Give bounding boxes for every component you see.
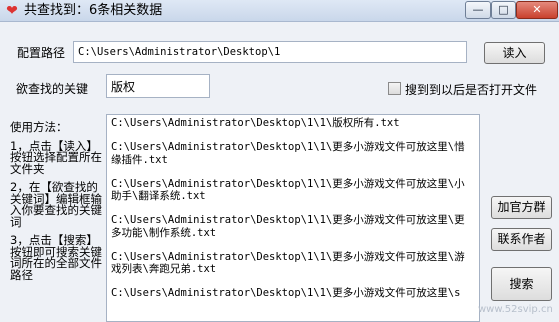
usage-help-text: 使用方法： 1，点击【读入】按钮选择配置所在文件夹 2，在【欲查找的关键词】编辑… (10, 120, 104, 288)
open-after-label: 搜到到以后是否打开文件 (405, 83, 538, 97)
join-group-button[interactable]: 加官方群 (491, 196, 552, 219)
config-path-input[interactable] (73, 41, 467, 63)
keyword-label: 欲查找的关键 (16, 82, 89, 96)
help-step-3: 3，点击【搜索】按钮即可搜索关键词所在的全部文件路径 (10, 233, 102, 282)
result-row: C:\Users\Administrator\Desktop\1\1\更多小游戏… (111, 250, 465, 276)
keyword-input[interactable] (106, 74, 210, 98)
help-title: 使用方法： (10, 120, 68, 134)
result-row: C:\Users\Administrator\Desktop\1\1\更多小游戏… (111, 141, 465, 166)
contact-author-button[interactable]: 联系作者 (491, 228, 552, 251)
result-row: C:\Users\Administrator\Desktop\1\1\更多小游戏… (111, 287, 461, 299)
minimize-button[interactable]: — (465, 1, 491, 19)
read-button[interactable]: 读入 (484, 42, 545, 64)
help-step-1: 1，点击【读入】按钮选择配置所在文件夹 (10, 138, 102, 176)
window-client-area: 配置路径 读入 欲查找的关键 搜到到以后是否打开文件 使用方法： 1，点击【读入… (0, 22, 559, 322)
open-after-checkbox[interactable] (388, 82, 401, 95)
result-row: C:\Users\Administrator\Desktop\1\1\版权所有.… (111, 117, 400, 129)
heart-icon: ❤ (6, 3, 18, 19)
close-button[interactable]: ✕ (516, 1, 558, 19)
help-step-2: 2，在【欲查找的关键词】编辑框输入你要查找的关键词 (10, 180, 102, 229)
search-button[interactable]: 搜索 (491, 267, 552, 301)
window-title: 共查找到：6条相关数据 (24, 3, 163, 18)
search-results-list[interactable]: C:\Users\Administrator\Desktop\1\1\版权所有.… (106, 114, 480, 322)
title-bar: ❤ 共查找到：6条相关数据 — □ ✕ (0, 0, 559, 22)
config-path-label: 配置路径 (17, 46, 66, 60)
result-row: C:\Users\Administrator\Desktop\1\1\更多小游戏… (111, 214, 465, 239)
maximize-button[interactable]: □ (491, 1, 516, 19)
result-row: C:\Users\Administrator\Desktop\1\1\更多小游戏… (111, 177, 465, 203)
